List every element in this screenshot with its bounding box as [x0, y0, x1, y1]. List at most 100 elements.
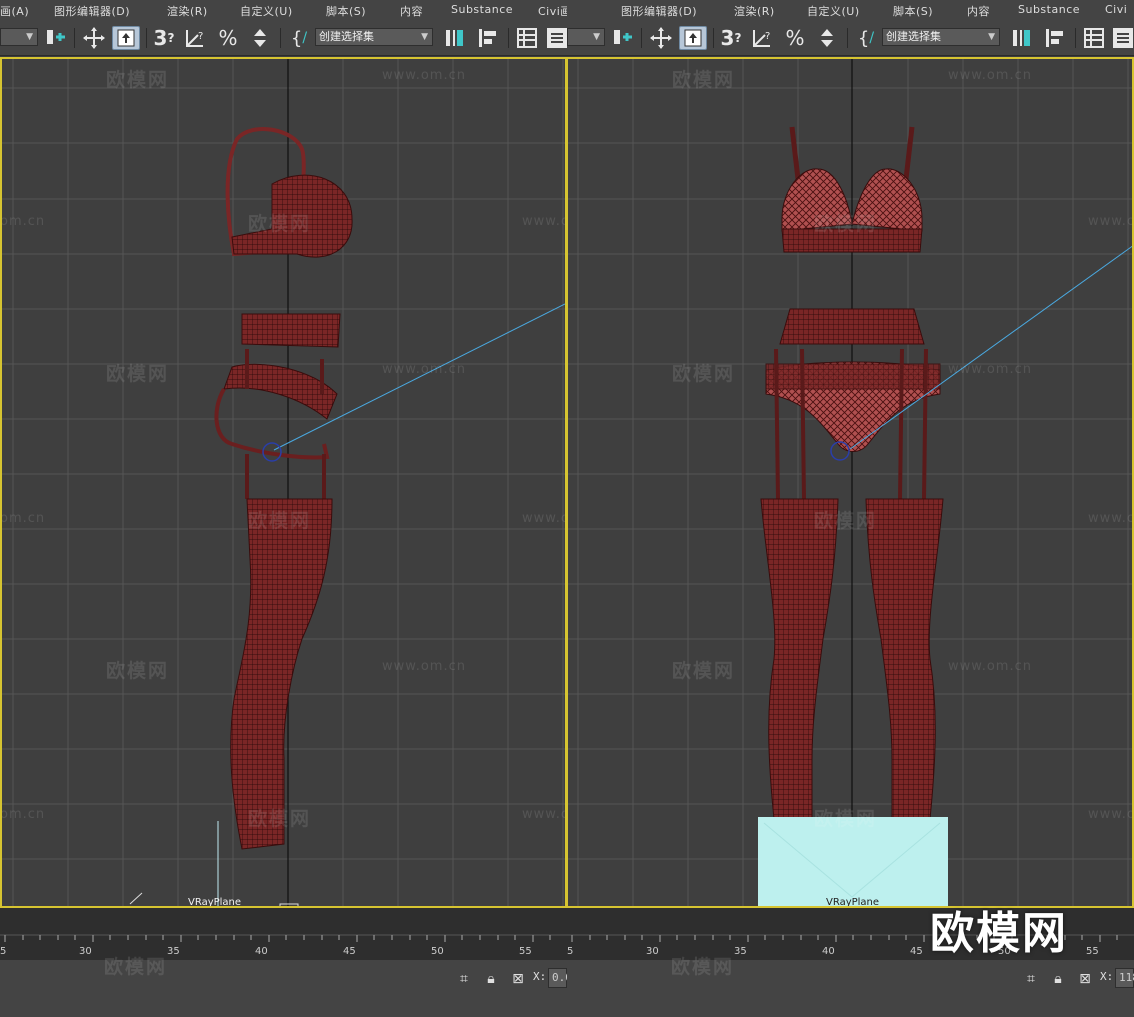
spinner-snap-icon[interactable]: [813, 26, 841, 50]
right-screen-half: 图形编辑器(D) 渲染(R) 自定义(U) 脚本(S) 内容 Substance…: [567, 0, 1134, 1017]
align-icon[interactable]: [1041, 26, 1069, 50]
timeline-tick-label: 5: [0, 946, 7, 957]
menu-rendering[interactable]: 渲染(R): [734, 3, 775, 19]
viewport-right-canvas: [568, 59, 1132, 906]
menu-civil[interactable]: Civi画(A): [538, 3, 567, 19]
viewport-left-canvas: [2, 59, 565, 906]
chevron-down-icon: ▼: [593, 32, 600, 42]
camera-target: [279, 903, 299, 906]
application-window: 画(A) 图形编辑器(D) 渲染(R) 自定义(U) 脚本(S) 内容 Subs…: [0, 0, 1134, 1017]
chevron-down-icon: ▼: [988, 32, 995, 42]
menu-content[interactable]: 内容: [400, 3, 423, 19]
scene-explorer-icon[interactable]: [1081, 26, 1107, 50]
percent-snap-icon[interactable]: %: [214, 26, 242, 50]
time-slider-track[interactable]: 5 30 35 40 45 50 55: [0, 908, 567, 960]
move-icon[interactable]: [81, 26, 107, 50]
vray-plane-label: VRayPlane: [188, 897, 242, 908]
snap-3d-icon[interactable]: 3?: [150, 26, 178, 50]
selection-filter-dropdown[interactable]: ▼: [567, 28, 605, 46]
lock-icon[interactable]: 🔒︎: [482, 970, 500, 988]
timeline-tick-label: 5: [567, 946, 574, 957]
menu-substance[interactable]: Substance: [451, 3, 513, 16]
layer-explorer-icon[interactable]: [545, 26, 567, 50]
menu-civil[interactable]: Civi: [1105, 3, 1127, 16]
selection-filter-dropdown[interactable]: ▼: [0, 28, 38, 46]
snap-3d-icon[interactable]: 3?: [717, 26, 745, 50]
menu-customize[interactable]: 自定义(U): [240, 3, 293, 19]
absolute-mode-icon[interactable]: ⊠: [1076, 970, 1094, 988]
vray-plane-label: VRayPlane: [826, 897, 880, 908]
named-selection-placeholder: 创建选择集: [886, 30, 941, 43]
vray-plane[interactable]: [758, 817, 948, 906]
chevron-down-icon: ▼: [421, 32, 428, 42]
named-selection-dropdown[interactable]: 创建选择集 ▼: [882, 28, 1000, 46]
garter-belt-mesh: [779, 308, 925, 345]
spinner-snap-icon[interactable]: [246, 26, 274, 50]
bra-cup-right-mesh: [851, 168, 923, 232]
isolate-selection-icon[interactable]: ⌗: [455, 970, 473, 988]
svg-text:?: ?: [198, 31, 203, 42]
panty-waistband-mesh: [765, 363, 941, 390]
edit-named-selection-icon[interactable]: {/: [853, 26, 879, 50]
select-object-icon[interactable]: [679, 26, 707, 50]
svg-text:?: ?: [765, 31, 770, 42]
menu-content[interactable]: 内容: [967, 3, 990, 19]
move-icon[interactable]: [648, 26, 674, 50]
angle-snap-icon[interactable]: ?: [182, 26, 210, 50]
x-coord-label: X:: [533, 970, 547, 983]
menu-bar: 图形编辑器(D) 渲染(R) 自定义(U) 脚本(S) 内容 Substance…: [567, 0, 1134, 20]
timeline-tick-label: 35: [734, 946, 747, 957]
timeline-tick-label: 45: [343, 946, 356, 957]
helper-line: [849, 245, 1132, 450]
corner-watermark: 欧模网: [930, 908, 1068, 959]
lock-icon[interactable]: 🔒︎: [1049, 970, 1067, 988]
light-line: [129, 892, 143, 905]
menu-scripting[interactable]: 脚本(S): [893, 3, 933, 19]
stocking-right-mesh: [865, 498, 944, 820]
bra-cup-mesh: [231, 174, 353, 258]
x-coord-field[interactable]: 0.0: [548, 968, 567, 988]
timeline-tick-label: 35: [167, 946, 180, 957]
x-coord-field[interactable]: 118: [1115, 968, 1134, 988]
mirror-icon[interactable]: [611, 26, 637, 50]
main-toolbar: ▼ 3? ? % {/ 创建选择集 ▼: [567, 20, 1134, 56]
grid-lines: [568, 59, 1132, 906]
timeline-tick-label: 55: [519, 946, 532, 957]
garter-belt-mesh: [241, 313, 341, 348]
menu-customize[interactable]: 自定义(U): [807, 3, 860, 19]
status-bar: 欧模网 ⌗ 🔒︎ ⊠ X: 118: [567, 956, 1134, 1017]
timeline-tick-label: 50: [431, 946, 444, 957]
layer-explorer-icon[interactable]: [1112, 26, 1134, 50]
angle-snap-icon[interactable]: ?: [749, 26, 777, 50]
isolate-selection-icon[interactable]: ⌗: [1022, 970, 1040, 988]
edit-named-selection-icon[interactable]: {/: [286, 26, 312, 50]
viewport-left[interactable]: VRayPlane 欧模网 www.om.cn om.cn 欧模网 www.om…: [0, 57, 567, 908]
status-bar: 欧模网 ⌗ 🔒︎ ⊠ X: 0.0: [0, 956, 567, 1017]
absolute-mode-icon[interactable]: ⊠: [509, 970, 527, 988]
left-screen-half: 画(A) 图形编辑器(D) 渲染(R) 自定义(U) 脚本(S) 内容 Subs…: [0, 0, 567, 1017]
mirror-icon[interactable]: [44, 26, 70, 50]
timeline-tick-label: 30: [79, 946, 92, 957]
mirror-tool-icon[interactable]: [1009, 26, 1035, 50]
stocking-left-mesh: [760, 498, 839, 820]
timeline-tick-label: 30: [646, 946, 659, 957]
menu-rendering[interactable]: 渲染(R): [167, 3, 208, 19]
menu-scripting[interactable]: 脚本(S): [326, 3, 366, 19]
timeline-tick-label: 40: [822, 946, 835, 957]
scene-explorer-icon[interactable]: [514, 26, 540, 50]
bra-band-mesh: [781, 228, 923, 253]
menu-graph-editors[interactable]: 图形编辑器(D): [54, 3, 130, 19]
main-toolbar: ▼ 3? ? % {/ 创建选择集 ▼: [0, 20, 567, 56]
menu-bar: 画(A) 图形编辑器(D) 渲染(R) 自定义(U) 脚本(S) 内容 Subs…: [0, 0, 567, 20]
align-icon[interactable]: [474, 26, 502, 50]
menu-substance[interactable]: Substance: [1018, 3, 1080, 16]
bra-cup-left-mesh: [781, 168, 853, 232]
percent-snap-icon[interactable]: %: [781, 26, 809, 50]
menu-animation[interactable]: 画(A): [0, 3, 29, 19]
named-selection-dropdown[interactable]: 创建选择集 ▼: [315, 28, 433, 46]
timeline-tick-label: 45: [910, 946, 923, 957]
select-object-icon[interactable]: [112, 26, 140, 50]
viewport-right[interactable]: VRayPlane 欧模网 www.om.cn 欧模网 www.om.cn 欧模…: [567, 57, 1134, 908]
menu-graph-editors[interactable]: 图形编辑器(D): [621, 3, 697, 19]
mirror-tool-icon[interactable]: [442, 26, 468, 50]
